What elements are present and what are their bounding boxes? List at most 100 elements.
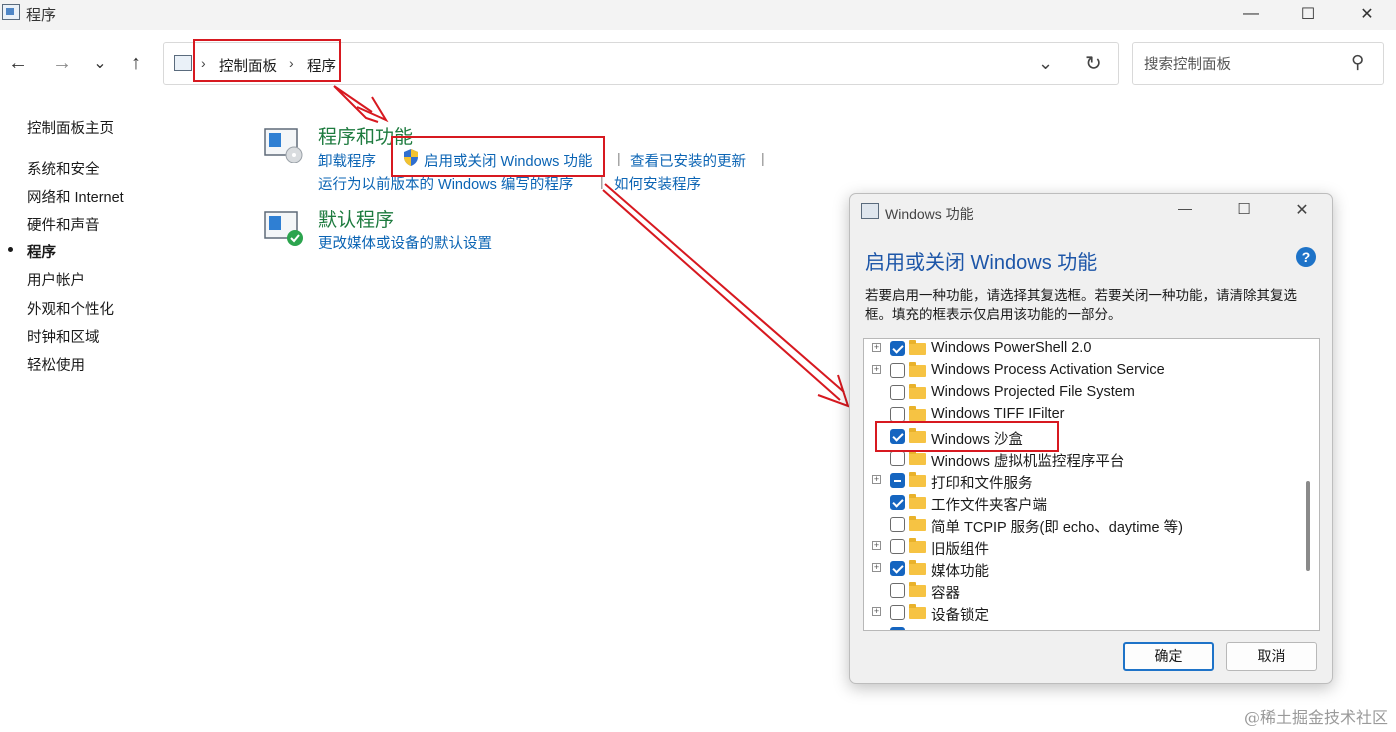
default-programs-title[interactable]: 默认程序 <box>318 205 394 232</box>
sidebar-item-programs[interactable]: 程序 <box>27 241 56 262</box>
feature-row[interactable]: + Windows PowerShell 2.0 <box>864 339 1304 360</box>
expand-icon[interactable]: + <box>872 607 881 616</box>
address-dropdown-icon[interactable]: ⌄ <box>1038 53 1053 74</box>
sidebar-item-home[interactable]: 控制面板主页 <box>27 117 114 138</box>
change-media-defaults-link[interactable]: 更改媒体或设备的默认设置 <box>318 232 492 253</box>
feature-row[interactable]: + 媒体功能 <box>864 558 1304 580</box>
expand-icon[interactable]: + <box>872 343 881 352</box>
back-button[interactable]: ← <box>3 48 33 78</box>
dialog-close-button[interactable]: ✕ <box>1287 200 1317 224</box>
feature-label: 媒体功能 <box>931 564 989 580</box>
recent-locations-button[interactable]: ⌄ <box>85 48 115 78</box>
feature-label: 简单 TCPIP 服务(即 echo、daytime 等) <box>931 520 1183 536</box>
dialog-heading: 启用或关闭 Windows 功能 <box>865 252 1098 274</box>
dialog-description: 若要启用一种功能，请选择其复选框。若要关闭一种功能，请清除其复选框。填充的框表示… <box>865 288 1297 322</box>
view-installed-updates-link[interactable]: 查看已安装的更新 <box>630 150 746 171</box>
close-button[interactable]: ✕ <box>1344 0 1390 28</box>
feature-row[interactable]: 简单 TCPIP 服务(即 echo、daytime 等) <box>864 514 1304 536</box>
sidebar-item-clock-region[interactable]: 时钟和区域 <box>27 326 100 347</box>
folder-icon <box>909 384 926 399</box>
folder-icon <box>909 450 926 465</box>
search-box[interactable]: ⚲ <box>1132 42 1384 85</box>
sidebar-item-ease-of-access[interactable]: 轻松使用 <box>27 354 85 375</box>
feature-checkbox[interactable] <box>890 583 905 598</box>
search-input[interactable] <box>1142 53 1346 77</box>
link-separator: | <box>617 150 621 166</box>
minimize-button[interactable]: — <box>1228 0 1274 28</box>
feature-checkbox[interactable] <box>890 539 905 554</box>
feature-row[interactable]: + 设备锁定 <box>864 602 1304 624</box>
how-to-install-link[interactable]: 如何安装程序 <box>614 173 701 194</box>
sidebar-item-network[interactable]: 网络和 Internet <box>27 186 124 207</box>
feature-row[interactable]: + 旧版组件 <box>864 536 1304 558</box>
folder-icon <box>909 406 926 421</box>
feature-checkbox[interactable] <box>890 341 905 356</box>
feature-label: 打印和文件服务 <box>931 476 1033 492</box>
feature-checkbox[interactable] <box>890 407 905 422</box>
folder-icon <box>909 560 926 575</box>
dialog-title: Windows 功能 <box>885 206 974 222</box>
feature-checkbox[interactable] <box>890 495 905 510</box>
search-icon[interactable]: ⚲ <box>1351 52 1364 73</box>
feature-checkbox[interactable] <box>890 473 905 488</box>
folder-icon <box>909 582 926 597</box>
feature-row[interactable]: 容器 <box>864 580 1304 602</box>
sidebar-item-appearance[interactable]: 外观和个性化 <box>27 298 114 319</box>
folder-icon <box>909 494 926 509</box>
feature-checkbox[interactable] <box>890 363 905 378</box>
ok-button[interactable]: 确定 <box>1123 642 1214 671</box>
folder-icon <box>909 340 926 355</box>
expand-icon[interactable]: + <box>872 541 881 550</box>
feature-row[interactable]: Windows Projected File System <box>864 382 1304 404</box>
feature-label: Windows TIFF IFilter <box>931 406 1065 422</box>
feature-checkbox[interactable] <box>890 627 905 630</box>
feature-checkbox[interactable] <box>890 451 905 466</box>
feature-checkbox[interactable] <box>890 385 905 400</box>
watermark: @稀土掘金技术社区 <box>1243 708 1388 727</box>
uninstall-program-link[interactable]: 卸载程序 <box>318 150 376 171</box>
windows-features-icon <box>861 203 879 219</box>
active-indicator <box>8 247 13 252</box>
up-button[interactable]: ↑ <box>121 48 151 78</box>
feature-row[interactable]: 工作文件夹客户端 <box>864 492 1304 514</box>
sidebar-item-system-security[interactable]: 系统和安全 <box>27 158 100 179</box>
windows-features-dialog: Windows 功能 — ☐ ✕ 启用或关闭 Windows 功能 ? 若要启用… <box>849 193 1333 684</box>
maximize-button[interactable]: ☐ <box>1285 0 1331 28</box>
dialog-minimize-button[interactable]: — <box>1170 200 1200 224</box>
help-icon[interactable]: ? <box>1296 247 1316 267</box>
sidebar-item-user-accounts[interactable]: 用户帐户 <box>27 269 85 290</box>
default-programs-icon <box>264 211 303 246</box>
control-panel-icon <box>174 55 192 71</box>
forward-button[interactable]: → <box>47 48 77 78</box>
folder-icon <box>909 362 926 377</box>
cancel-button[interactable]: 取消 <box>1226 642 1317 671</box>
sidebar-item-hardware-sound[interactable]: 硬件和声音 <box>27 214 100 235</box>
feature-row-partial[interactable] <box>864 624 1304 630</box>
folder-icon <box>909 516 926 531</box>
scrollbar-thumb[interactable] <box>1306 481 1310 571</box>
feature-label: 工作文件夹客户端 <box>931 498 1047 514</box>
feature-checkbox[interactable] <box>890 605 905 620</box>
link-separator: | <box>761 150 765 166</box>
feature-row[interactable]: + 打印和文件服务 <box>864 470 1304 492</box>
feature-label: Windows Projected File System <box>931 384 1135 400</box>
feature-checkbox[interactable] <box>890 517 905 532</box>
expand-icon[interactable]: + <box>872 475 881 484</box>
refresh-icon[interactable]: ↻ <box>1085 51 1102 76</box>
annotation-box-breadcrumb <box>193 39 341 82</box>
dialog-maximize-button[interactable]: ☐ <box>1229 200 1259 224</box>
feature-label: Windows Process Activation Service <box>931 362 1165 378</box>
features-tree[interactable]: + Windows PowerShell 2.0 + Windows Proce… <box>863 338 1320 631</box>
programs-features-icon <box>264 128 303 163</box>
feature-row[interactable]: + Windows Process Activation Service <box>864 360 1304 382</box>
folder-icon <box>909 472 926 487</box>
folder-icon <box>909 538 926 553</box>
annotation-box-sandbox <box>875 421 1059 452</box>
expand-icon[interactable]: + <box>872 563 881 572</box>
feature-label: 旧版组件 <box>931 542 989 558</box>
window-title: 程序 <box>26 7 57 24</box>
feature-label: Windows PowerShell 2.0 <box>931 340 1092 356</box>
feature-checkbox[interactable] <box>890 561 905 576</box>
expand-icon[interactable]: + <box>872 365 881 374</box>
feature-label: Windows 虚拟机监控程序平台 <box>931 454 1125 470</box>
